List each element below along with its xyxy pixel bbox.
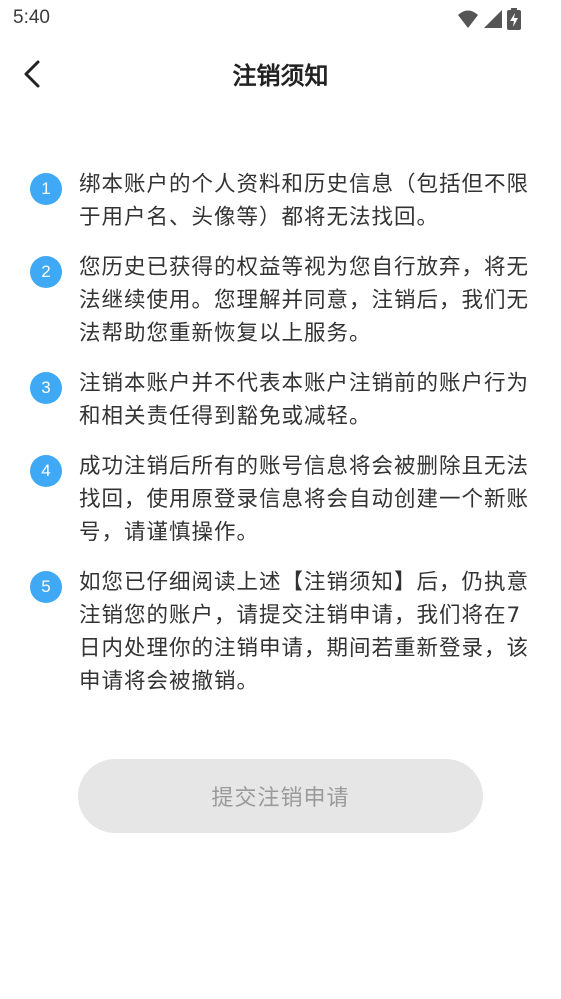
notice-text: 成功注销后所有的账号信息将会被删除且无法找回，使用原登录信息将会自动创建一个新账… bbox=[79, 454, 530, 545]
notice-number-badge: 3 bbox=[30, 372, 62, 404]
nav-bar: 注销须知 bbox=[0, 38, 561, 110]
status-icons bbox=[457, 8, 521, 30]
wifi-icon bbox=[458, 10, 478, 28]
notice-number-badge: 1 bbox=[30, 173, 62, 205]
notice-item-4: 4 成功注销后所有的账号信息将会被删除且无法找回，使用原登录信息将会自动创建一个… bbox=[30, 450, 535, 549]
submit-cancellation-button[interactable]: 提交注销申请 bbox=[78, 759, 483, 833]
notice-list: 1 绑本账户的个人资料和历史信息（包括但不限于用户名、头像等）都将无法找回。 2… bbox=[30, 168, 535, 715]
notice-text: 如您已仔细阅读上述【注销须知】后，仍执意注销您的账户，请提交注销申请，我们将在7… bbox=[79, 570, 530, 694]
notice-text: 您历史已获得的权益等视为您自行放弃，将无法继续使用。您理解并同意，注销后，我们无… bbox=[79, 255, 530, 346]
notice-item-1: 1 绑本账户的个人资料和历史信息（包括但不限于用户名、头像等）都将无法找回。 bbox=[30, 168, 535, 234]
notice-item-3: 3 注销本账户并不代表本账户注销前的账户行为和相关责任得到豁免或减轻。 bbox=[30, 367, 535, 433]
battery-charging-icon bbox=[507, 8, 521, 30]
notice-item-5: 5 如您已仔细阅读上述【注销须知】后，仍执意注销您的账户，请提交注销申请，我们将… bbox=[30, 566, 535, 698]
page-title: 注销须知 bbox=[232, 62, 329, 90]
notice-text: 绑本账户的个人资料和历史信息（包括但不限于用户名、头像等）都将无法找回。 bbox=[79, 172, 530, 230]
notice-number-badge: 5 bbox=[30, 571, 62, 603]
status-bar: 5:40 bbox=[0, 0, 561, 38]
notice-number-badge: 4 bbox=[30, 455, 62, 487]
notice-text: 注销本账户并不代表本账户注销前的账户行为和相关责任得到豁免或减轻。 bbox=[79, 371, 530, 429]
notice-item-2: 2 您历史已获得的权益等视为您自行放弃，将无法继续使用。您理解并同意，注销后，我… bbox=[30, 251, 535, 350]
notice-number-badge: 2 bbox=[30, 256, 62, 288]
signal-icon bbox=[484, 10, 502, 28]
status-time: 5:40 bbox=[13, 7, 50, 28]
